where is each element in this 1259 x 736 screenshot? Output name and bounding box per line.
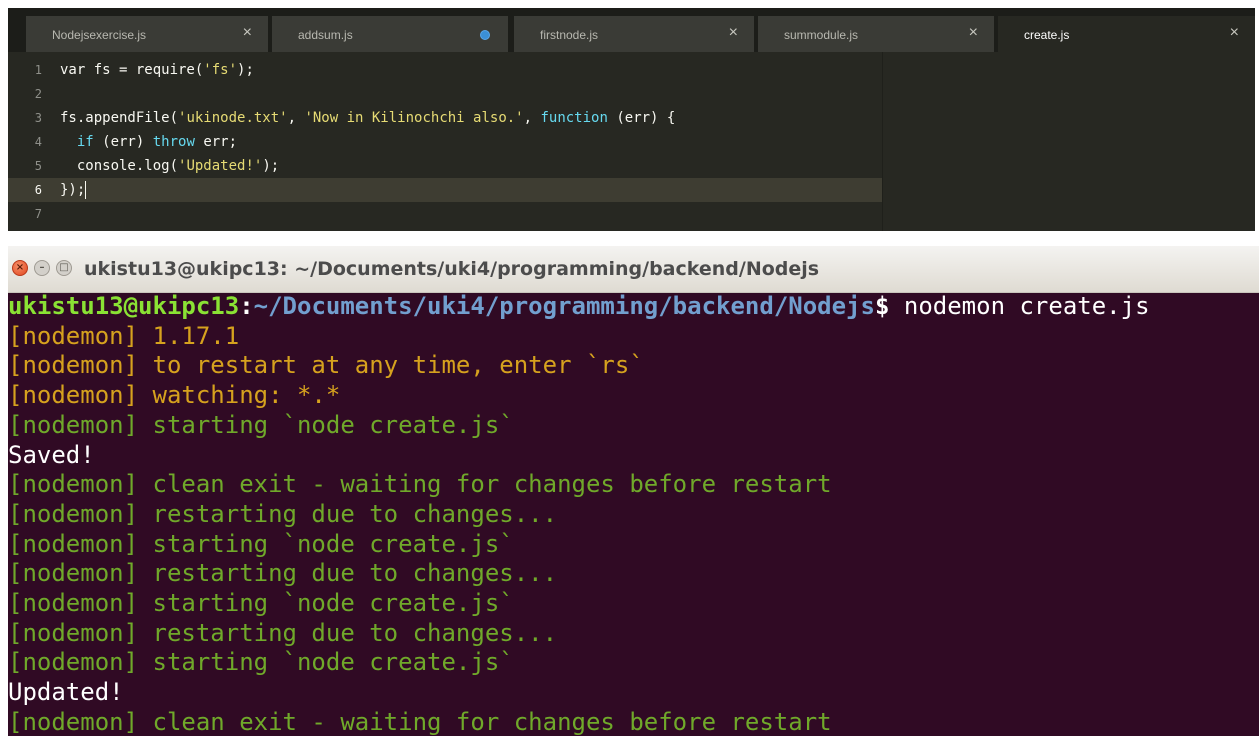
tab-label: addsum.js (298, 28, 353, 42)
close-icon[interactable]: × (1230, 24, 1239, 42)
code-line-6[interactable]: }); (60, 178, 87, 202)
code-token: fs.appendFile( (60, 110, 179, 126)
keyword: function (540, 110, 608, 126)
code-line-5[interactable]: console.log('Updated!'); (60, 154, 279, 178)
line-number: 4 (34, 135, 42, 149)
output-line: [nodemon] watching: *.* (8, 381, 341, 410)
close-icon[interactable]: × (729, 24, 738, 42)
output-line: [nodemon] starting `node create.js` (8, 410, 514, 439)
line-number: 5 (34, 159, 42, 173)
code-token: , (287, 110, 305, 126)
tab-addsum[interactable]: addsum.js (272, 16, 508, 52)
code-editor[interactable]: Nodejsexercise.js × addsum.js firstnode.… (8, 8, 1255, 231)
code-line-3[interactable]: fs.appendFile('ukinode.txt', 'Now in Kil… (60, 106, 675, 130)
terminal-window[interactable]: × – □ ukistu13@ukipc13: ~/Documents/uki4… (8, 246, 1259, 736)
code-token: ); (237, 62, 254, 78)
keyword: if (76, 134, 94, 150)
prompt-separator: : (239, 292, 254, 320)
terminal-title: ukistu13@ukipc13: ~/Documents/uki4/progr… (84, 258, 820, 280)
line-number: 2 (34, 87, 42, 101)
code-token: err; (194, 134, 238, 150)
code-token: console.log( (60, 158, 179, 174)
string-literal: 'fs' (203, 62, 238, 78)
close-icon[interactable]: × (243, 24, 252, 42)
minimap-divider (882, 52, 883, 231)
tab-label: firstnode.js (540, 28, 599, 42)
output-line: [nodemon] starting `node create.js` (8, 648, 514, 677)
code-token: , (523, 110, 541, 126)
text-cursor (85, 181, 87, 199)
code-line-1[interactable]: var fs = require('fs'); (60, 58, 254, 82)
string-literal: 'Now in Kilinochchi also.' (304, 110, 524, 126)
string-literal: 'Updated!' (178, 158, 263, 174)
output-line: [nodemon] restarting due to changes... (8, 618, 558, 647)
tab-nodejsexercise[interactable]: Nodejsexercise.js × (26, 16, 268, 52)
line-number-current: 6 (8, 178, 52, 202)
output-line: [nodemon] clean exit - waiting for chang… (8, 707, 832, 736)
output-line: [nodemon] starting `node create.js` (8, 529, 514, 558)
code-token: ); (262, 158, 280, 174)
line-number: 7 (34, 207, 42, 221)
keyword: throw (152, 134, 195, 150)
code-line-4[interactable]: if (err) throw err; (60, 130, 237, 154)
current-line-highlight (52, 178, 882, 202)
output-line: [nodemon] 1.17.1 (8, 321, 240, 350)
output-line: [nodemon] clean exit - waiting for chang… (8, 470, 832, 499)
tab-label: summodule.js (784, 28, 859, 42)
prompt-line: ukistu13@ukipc13:~/Documents/uki4/progra… (8, 292, 1150, 322)
prompt-user: ukistu13@ukipc13 (8, 292, 240, 320)
window-close-button[interactable]: × (12, 260, 28, 276)
terminal-titlebar[interactable]: × – □ ukistu13@ukipc13: ~/Documents/uki4… (8, 246, 1259, 293)
line-number: 3 (34, 111, 42, 125)
prompt-command: nodemon create.js (903, 292, 1150, 320)
tab-firstnode[interactable]: firstnode.js × (514, 16, 754, 52)
code-token: var fs = require( (60, 62, 204, 78)
line-number: 1 (34, 63, 42, 77)
tab-create[interactable]: create.js × (998, 16, 1255, 52)
tab-summodule[interactable]: summodule.js × (758, 16, 994, 52)
output-line: Updated! (8, 678, 124, 707)
output-line: [nodemon] starting `node create.js` (8, 589, 514, 617)
tab-label: Nodejsexercise.js (52, 28, 147, 42)
string-literal: 'ukinode.txt' (178, 110, 288, 126)
output-line: [nodemon] restarting due to changes... (8, 499, 558, 528)
output-line: [nodemon] to restart at any time, enter … (8, 351, 644, 380)
window-minimize-button[interactable]: – (34, 260, 50, 276)
code-token: }); (60, 182, 86, 198)
close-icon[interactable]: × (969, 24, 978, 42)
window-maximize-button[interactable]: □ (56, 260, 72, 276)
output-line: [nodemon] restarting due to changes... (8, 559, 558, 588)
code-token: (err) { (607, 110, 676, 126)
unsaved-dot-icon[interactable] (480, 30, 490, 40)
tab-label: create.js (1024, 28, 1070, 42)
prompt-path: ~/Documents/uki4/programming/backend/Nod… (253, 292, 875, 320)
editor-tab-bar: Nodejsexercise.js × addsum.js firstnode.… (8, 8, 1255, 52)
prompt-dollar: $ (874, 292, 904, 320)
code-token: (err) (93, 134, 153, 150)
output-line: Saved! (8, 440, 95, 469)
